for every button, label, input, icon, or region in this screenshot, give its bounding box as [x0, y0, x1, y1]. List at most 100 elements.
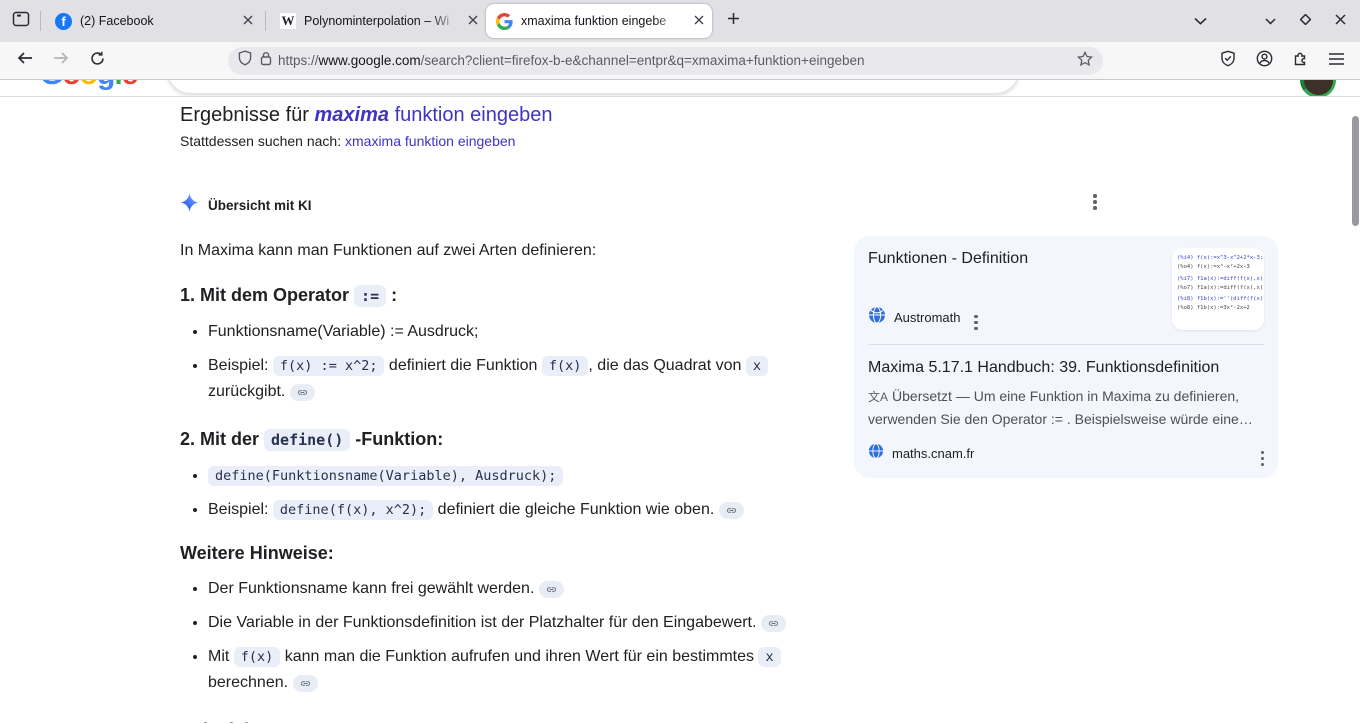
code-chip: f(x): [234, 647, 281, 667]
citation-link-icon[interactable]: [539, 581, 564, 598]
account-avatar[interactable]: [1300, 80, 1336, 97]
citation-link-icon[interactable]: [290, 384, 315, 401]
corrected-query-rest[interactable]: funktion eingeben: [389, 104, 552, 126]
globe-favicon-icon: [868, 306, 886, 329]
ai-bullet: Beispiel: f(x) := x^2; definiert die Fun…: [208, 355, 848, 407]
source-card[interactable]: Funktionen - Definition Austromath (%i4)…: [868, 248, 1264, 330]
code-chip: define(f(x), x^2);: [273, 500, 433, 520]
tab-close-icon[interactable]: [243, 14, 253, 28]
citation-link-icon[interactable]: [719, 502, 744, 519]
source-snippet: 文AÜbersetzt — Um eine Funktion in Maxima…: [868, 385, 1264, 430]
list-all-tabs-button[interactable]: [1185, 6, 1215, 36]
menu-hamburger-icon[interactable]: [1329, 52, 1344, 70]
shield-check-icon[interactable]: [1220, 50, 1236, 72]
back-arrow-icon: [17, 51, 33, 70]
ai-bullet: Funktionsname(Variable) := Ausdruck;: [208, 321, 848, 343]
tab-google-search-active[interactable]: xmaxima funktion eingebe: [486, 4, 712, 38]
results-for-prefix: Ergebnisse für: [180, 104, 315, 126]
ai-overview-menu-button[interactable]: [1083, 190, 1107, 214]
facebook-favicon: f: [55, 13, 72, 30]
google-favicon: [496, 13, 513, 30]
source-title[interactable]: Maxima 5.17.1 Handbuch: 39. Funktionsdef…: [868, 357, 1264, 378]
ai-section-heading: Beispiele:: [180, 720, 848, 723]
tab-title: Polynominterpolation – Wi: [304, 14, 464, 28]
tab-close-icon[interactable]: [468, 14, 478, 28]
citation-link-icon[interactable]: [761, 615, 786, 632]
code-chip: f(x) := x^2;: [273, 356, 385, 376]
tab-wikipedia[interactable]: W Polynominterpolation – Wi: [270, 4, 486, 38]
kebab-icon: [1261, 451, 1265, 467]
tab-close-icon[interactable]: [694, 14, 704, 28]
account-icon[interactable]: [1256, 50, 1273, 72]
code-chip: define(Funktionsname(Variable), Ausdruck…: [208, 466, 563, 486]
code-chip: x: [758, 647, 780, 667]
ai-section-heading: 2. Mit der define() -Funktion:: [180, 429, 848, 450]
ai-bullet-list: define(Funktionsname(Variable), Ausdruck…: [180, 465, 848, 521]
close-window-button[interactable]: [1335, 12, 1346, 30]
ai-bullet: define(Funktionsname(Variable), Ausdruck…: [208, 465, 848, 487]
ai-sources-panel: Funktionen - Definition Austromath (%i4)…: [854, 236, 1278, 478]
chevron-down-icon: [1194, 12, 1207, 30]
translate-icon: 文A: [868, 390, 888, 404]
code-chip: define(): [264, 429, 350, 451]
shield-icon[interactable]: [238, 50, 252, 71]
code-chip: x: [746, 356, 768, 376]
forward-button[interactable]: [46, 46, 76, 76]
reload-button[interactable]: [82, 46, 112, 76]
globe-favicon-icon: [868, 443, 884, 464]
reload-icon: [90, 51, 105, 71]
bookmark-star-icon[interactable]: [1077, 51, 1093, 71]
firefox-view-button[interactable]: [6, 6, 36, 36]
tab-title: (2) Facebook: [80, 14, 239, 28]
source-thumbnail[interactable]: (%i4) f(x):=x^3-x^2+2*x-3;(%o4) f(x):=x³…: [1172, 248, 1264, 330]
google-logo: Google: [40, 80, 137, 92]
plus-icon: [727, 12, 740, 30]
kebab-icon: [1093, 194, 1097, 210]
divider: [868, 344, 1264, 345]
results-for-line: Ergebnisse für maxima funktion eingeben: [180, 104, 552, 127]
kebab-icon: [974, 315, 978, 331]
source-card[interactable]: Maxima 5.17.1 Handbuch: 39. Funktionsdef…: [868, 357, 1264, 466]
tab-separator: [40, 11, 41, 31]
ai-bullet-list: Der Funktionsname kann frei gewählt werd…: [180, 578, 848, 698]
lock-icon[interactable]: [260, 51, 272, 71]
source-name[interactable]: maths.cnam.fr: [892, 446, 974, 461]
maximize-button[interactable]: [1300, 12, 1311, 30]
google-header-remnant: Google: [0, 80, 1360, 97]
tab-title: xmaxima funktion eingebe: [521, 14, 690, 28]
source-name[interactable]: Austromath: [894, 310, 960, 325]
source-menu-button[interactable]: [974, 305, 978, 330]
page-content: Google Ergebnisse für maxima funktion ei…: [0, 80, 1360, 723]
nav-toolbar: https://www.google.com/search?client=fir…: [0, 42, 1360, 80]
page-scrollbar-thumb[interactable]: [1352, 116, 1359, 226]
ai-section-heading: Weitere Hinweise:: [180, 543, 848, 563]
new-tab-button[interactable]: [718, 6, 748, 36]
ai-bullet: Der Funktionsname kann frei gewählt werd…: [208, 578, 848, 600]
ai-bullet: Mit f(x) kann man die Funktion aufrufen …: [208, 646, 848, 698]
url-text[interactable]: https://www.google.com/search?client=fir…: [278, 53, 1077, 68]
extensions-icon[interactable]: [1293, 50, 1309, 71]
ai-overview: Übersicht mit KI In Maxima kann man Funk…: [180, 193, 848, 723]
firefox-view-icon: [12, 11, 30, 32]
back-button[interactable]: [10, 46, 40, 76]
wikipedia-favicon: W: [280, 13, 296, 29]
ai-bullet: Die Variable in der Funktionsdefinition …: [208, 612, 848, 634]
instead-link[interactable]: xmaxima funktion eingeben: [345, 133, 515, 149]
tab-facebook[interactable]: f (2) Facebook: [45, 4, 261, 38]
citation-link-icon[interactable]: [293, 675, 318, 692]
corrected-query-em[interactable]: maxima: [315, 104, 390, 126]
minimize-button[interactable]: [1265, 12, 1276, 30]
ai-sparkle-icon: [180, 193, 199, 217]
instead-label: Stattdessen suchen nach:: [180, 133, 345, 149]
ai-overview-title: Übersicht mit KI: [208, 198, 312, 213]
ai-bullet: Beispiel: define(f(x), x^2); definiert d…: [208, 499, 848, 521]
code-chip: f(x): [542, 356, 589, 376]
tab-separator: [265, 11, 266, 31]
search-box-bottom[interactable]: [167, 80, 1019, 94]
ai-bullet-list: Funktionsname(Variable) := Ausdruck; Bei…: [180, 321, 848, 407]
code-chip: :=: [354, 285, 386, 307]
source-title[interactable]: Funktionen - Definition: [868, 248, 1160, 269]
source-menu-button[interactable]: [1261, 441, 1265, 466]
url-bar[interactable]: https://www.google.com/search?client=fir…: [228, 47, 1103, 75]
forward-arrow-icon: [53, 51, 69, 70]
